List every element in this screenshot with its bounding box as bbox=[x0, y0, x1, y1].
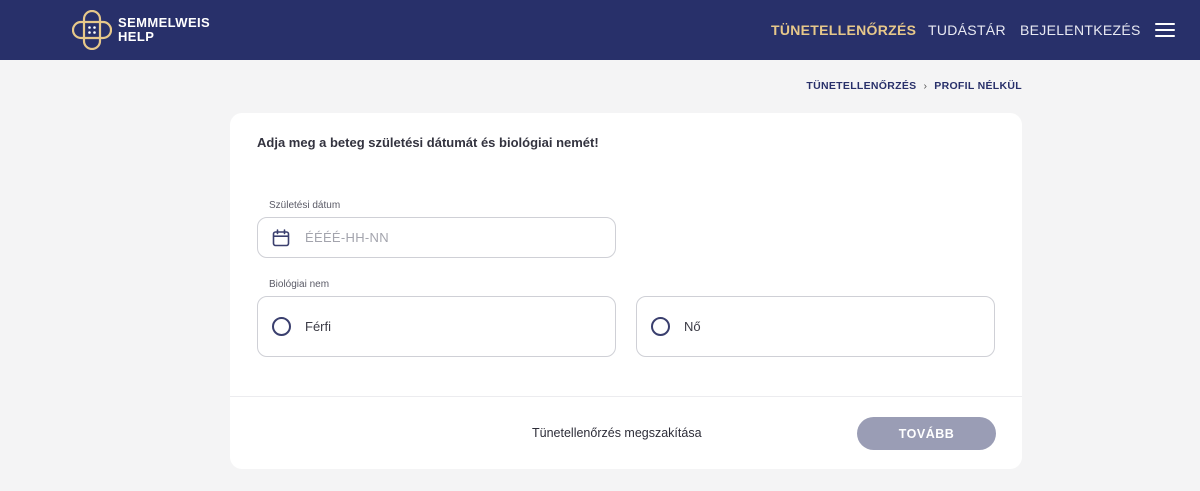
nav-bejelentkezes[interactable]: BEJELENTKEZÉS bbox=[1020, 0, 1141, 60]
cancel-link[interactable]: Tünetellenőrzés megszakítása bbox=[532, 426, 702, 440]
birthdate-placeholder: ÉÉÉÉ-HH-NN bbox=[305, 230, 389, 245]
next-button[interactable]: TOVÁBB bbox=[857, 417, 996, 450]
sex-option-no[interactable]: Nő bbox=[636, 296, 995, 357]
breadcrumb-item-profil-nelkul: PROFIL NÉLKÜL bbox=[934, 80, 1022, 92]
form-card: Adja meg a beteg születési dátumát és bi… bbox=[230, 113, 1022, 469]
form-title: Adja meg a beteg születési dátumát és bi… bbox=[257, 135, 599, 150]
birthdate-input[interactable]: ÉÉÉÉ-HH-NN bbox=[257, 217, 616, 258]
sex-option-ferfi[interactable]: Férfi bbox=[257, 296, 616, 357]
logo-cross-icon bbox=[72, 10, 112, 50]
nav-tudastar[interactable]: TUDÁSTÁR bbox=[928, 0, 1006, 60]
calendar-icon bbox=[272, 228, 290, 246]
radio-ferfi[interactable] bbox=[272, 317, 291, 336]
breadcrumb: TÜNETELLENŐRZÉS › PROFIL NÉLKÜL bbox=[806, 80, 1022, 92]
sex-label: Biológiai nem bbox=[269, 279, 330, 290]
breadcrumb-item-tunetellenorzes[interactable]: TÜNETELLENŐRZÉS bbox=[806, 80, 916, 92]
logo-text: SEMMELWEIS HELP bbox=[118, 16, 210, 44]
breadcrumb-separator-icon: › bbox=[923, 80, 928, 92]
radio-no[interactable] bbox=[651, 317, 670, 336]
sex-option-ferfi-label: Férfi bbox=[305, 319, 331, 334]
card-divider bbox=[230, 396, 1022, 397]
logo-line-2: HELP bbox=[118, 29, 155, 44]
logo[interactable]: SEMMELWEIS HELP bbox=[72, 10, 210, 50]
nav-tunetellenorzes[interactable]: TÜNETELLENŐRZÉS bbox=[771, 0, 916, 60]
birthdate-label: Születési dátum bbox=[269, 200, 341, 211]
hamburger-icon[interactable] bbox=[1155, 23, 1175, 37]
logo-line-1: SEMMELWEIS bbox=[118, 15, 211, 30]
top-navbar: SEMMELWEIS HELP TÜNETELLENŐRZÉS TUDÁSTÁR… bbox=[0, 0, 1200, 60]
sex-option-no-label: Nő bbox=[684, 319, 701, 334]
